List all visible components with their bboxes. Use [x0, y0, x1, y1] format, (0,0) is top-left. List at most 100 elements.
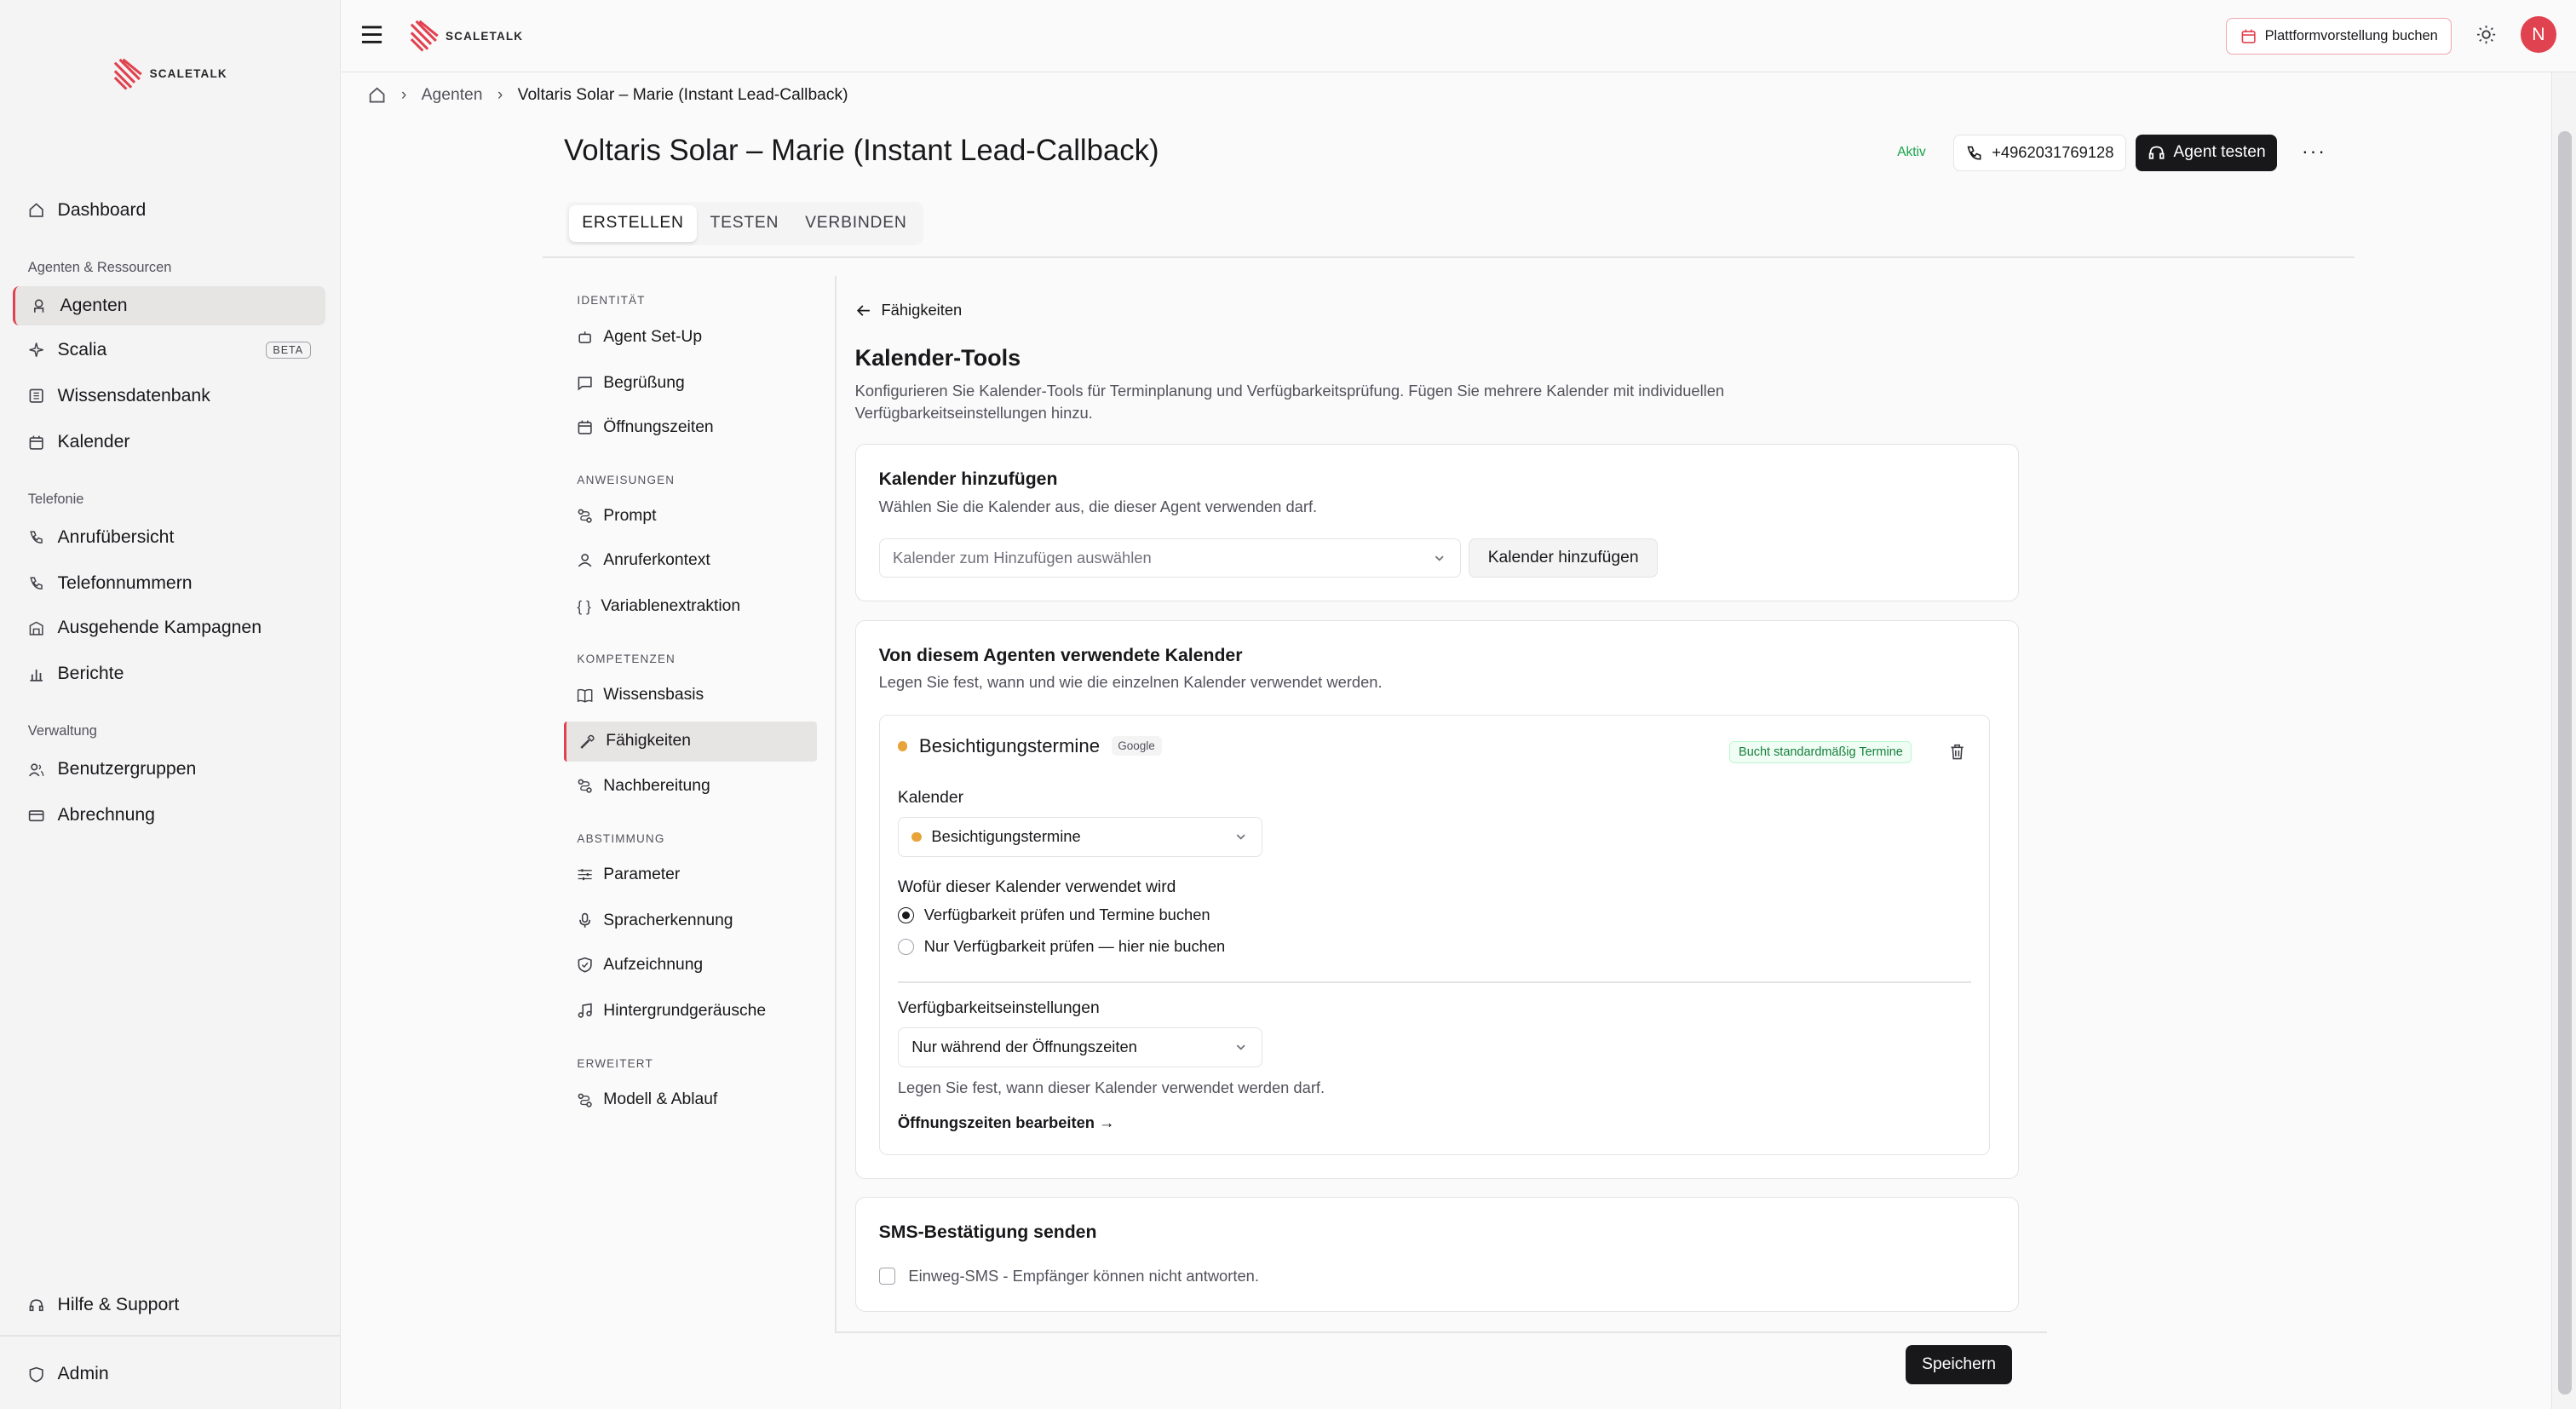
sidebar-item-benutzergruppen[interactable]: Benutzergruppen: [13, 750, 325, 789]
sidebar-item-admin[interactable]: Admin: [13, 1354, 325, 1394]
scrollbar-thumb[interactable]: [2558, 131, 2572, 1395]
subnav-section-identitaet: IDENTITÄT: [577, 294, 646, 308]
arrow-left-icon: [856, 304, 870, 316]
availability-select[interactable]: Nur während der Öffnungszeiten: [897, 1027, 1263, 1067]
default-booking-badge: Bucht standardmäßig Termine: [1729, 741, 1912, 764]
sidebar-item-scalia[interactable]: Scalia BETA: [13, 331, 325, 370]
agent-icon: [33, 299, 44, 313]
usage-label: Wofür dieser Kalender verwendet wird: [897, 877, 1176, 896]
subnav-item-oeffnungszeiten[interactable]: Öffnungszeiten: [564, 408, 817, 447]
edit-hours-link[interactable]: Öffnungszeiten bearbeiten →: [898, 1113, 1115, 1132]
sms-checkbox[interactable]: [878, 1268, 895, 1285]
used-calendars-card: Von diesem Agenten verwendete Kalender L…: [854, 619, 2020, 1179]
sidebar-item-label: Hilfe & Support: [57, 1295, 180, 1315]
sidebar-item-kampagnen[interactable]: Ausgehende Kampagnen: [13, 608, 325, 647]
radio-selected[interactable]: [897, 906, 915, 924]
calendar-icon: [578, 420, 593, 434]
add-calendar-button[interactable]: Kalender hinzufügen: [1469, 538, 1658, 578]
subnav-item-aufzeichnung[interactable]: Aufzeichnung: [564, 946, 817, 985]
sidebar-logo[interactable]: SCALETALK: [112, 56, 227, 92]
braces-icon: { }: [577, 597, 591, 615]
user-avatar[interactable]: N: [2520, 16, 2557, 53]
hamburger-menu-icon[interactable]: [360, 25, 383, 44]
brand-name: SCALETALK: [149, 67, 227, 81]
calendar-color-dot: [897, 740, 908, 751]
save-button[interactable]: Speichern: [1905, 1344, 2013, 1385]
sidebar-item-hilfe[interactable]: Hilfe & Support: [13, 1285, 325, 1325]
trash-icon[interactable]: [1948, 743, 1966, 761]
calendar-field-label: Kalender: [897, 789, 964, 808]
sidebar-item-dashboard[interactable]: Dashboard: [13, 191, 325, 230]
subnav-item-spracherkennung[interactable]: Spracherkennung: [564, 901, 817, 940]
subnav-item-agent-setup[interactable]: Agent Set-Up: [564, 317, 817, 356]
calendar-header: Besichtigungstermine Google: [897, 735, 1162, 757]
tab-erstellen[interactable]: ERSTELLEN: [568, 205, 698, 242]
back-link[interactable]: Fähigkeiten: [855, 301, 962, 319]
calendar-icon: [2241, 29, 2256, 43]
home-icon[interactable]: [368, 86, 386, 104]
phone-icon: [30, 577, 43, 590]
sidebar-item-abrechnung[interactable]: Abrechnung: [13, 796, 325, 835]
breadcrumb: › Agenten › Voltaris Solar – Marie (Inst…: [368, 83, 848, 109]
sms-card: SMS-Bestätigung senden Einweg-SMS - Empf…: [854, 1197, 2020, 1313]
test-agent-button[interactable]: Agent testen: [2136, 135, 2278, 171]
tab-verbinden[interactable]: VERBINDEN: [792, 205, 920, 241]
sidebar-item-agenten[interactable]: Agenten: [13, 285, 326, 326]
phone-icon: [1967, 146, 1981, 160]
book-demo-button[interactable]: Plattformvorstellung buchen: [2226, 18, 2452, 55]
sidebar-item-wissensdatenbank[interactable]: Wissensdatenbank: [13, 377, 325, 416]
header-divider: [542, 256, 2355, 258]
sms-checkbox-row[interactable]: Einweg-SMS - Empfänger können nicht antw…: [878, 1267, 1259, 1285]
message-icon: [578, 377, 593, 391]
sidebar-item-label: Benutzergruppen: [57, 759, 197, 779]
more-options-icon[interactable]: ···: [2302, 140, 2326, 163]
database-icon: [29, 389, 43, 404]
campaign-icon: [29, 621, 43, 635]
calendar-value-select[interactable]: Besichtigungstermine: [897, 817, 1263, 857]
sidebar-item-label: Abrechnung: [57, 805, 155, 825]
phone-icon: [30, 531, 43, 544]
subnav-item-faehigkeiten[interactable]: Fähigkeiten: [563, 722, 818, 762]
breadcrumb-agenten[interactable]: Agenten: [422, 86, 483, 105]
book-icon: [578, 688, 593, 703]
chevron-down-icon: [1237, 834, 1246, 840]
calendar-icon: [29, 435, 43, 450]
subnav-item-label: Anruferkontext: [603, 551, 710, 570]
card-subtitle: Legen Sie fest, wann und wie die einzeln…: [878, 673, 1383, 692]
sidebar-item-label: Telefonnummern: [57, 573, 193, 594]
sidebar-item-anrufuebersicht[interactable]: Anrufübersicht: [13, 518, 325, 557]
radio-unselected[interactable]: [897, 938, 915, 955]
subnav-item-modell-ablauf[interactable]: Modell & Ablauf: [564, 1080, 817, 1119]
scaletalk-logo-icon: [410, 20, 439, 52]
sidebar-item-label: Anrufübersicht: [57, 527, 175, 548]
subnav-item-nachbereitung[interactable]: Nachbereitung: [564, 766, 817, 805]
subnav-item-begruessung[interactable]: Begrüßung: [564, 364, 817, 403]
subnav-item-label: Wissensbasis: [603, 686, 704, 704]
subnav-item-label: Prompt: [603, 507, 657, 526]
subnav-item-variablenextraktion[interactable]: { } Variablenextraktion: [564, 587, 817, 626]
subnav-item-label: Modell & Ablauf: [603, 1090, 718, 1109]
sparkle-icon: [29, 342, 43, 358]
subnav-item-hintergrundgeraeusche[interactable]: Hintergrundgeräusche: [564, 992, 817, 1031]
subnav-item-wissensbasis[interactable]: Wissensbasis: [564, 676, 817, 715]
route-icon: [578, 509, 593, 524]
sidebar-item-label: Scalia: [57, 340, 107, 360]
tab-testen[interactable]: TESTEN: [697, 205, 792, 241]
subnav-item-prompt[interactable]: Prompt: [564, 497, 817, 536]
sidebar-item-telefonnummern[interactable]: Telefonnummern: [13, 564, 325, 603]
subnav-item-anruferkontext[interactable]: Anruferkontext: [564, 541, 817, 580]
subnav-item-parameter[interactable]: Parameter: [564, 855, 817, 894]
content-divider: [835, 276, 837, 1332]
theme-toggle-sun-icon[interactable]: [2476, 25, 2496, 44]
sidebar-item-kalender[interactable]: Kalender: [13, 423, 325, 462]
usage-option-check-and-book[interactable]: Verfügbarkeit prüfen und Termine buchen: [897, 906, 1210, 924]
usage-option-check-only[interactable]: Nur Verfügbarkeit prüfen — hier nie buch…: [897, 937, 1225, 956]
phone-number-button[interactable]: +4962031769128: [1952, 135, 2126, 171]
calendar-select[interactable]: Kalender zum Hinzufügen auswählen: [878, 538, 1461, 578]
sidebar-item-label: Admin: [57, 1364, 109, 1384]
subnav-item-label: Begrüßung: [603, 373, 685, 392]
provider-badge: Google: [1111, 736, 1162, 756]
headset-icon: [2148, 146, 2165, 159]
header-logo[interactable]: SCALETALK: [408, 18, 524, 54]
sidebar-item-berichte[interactable]: Berichte: [13, 654, 325, 693]
